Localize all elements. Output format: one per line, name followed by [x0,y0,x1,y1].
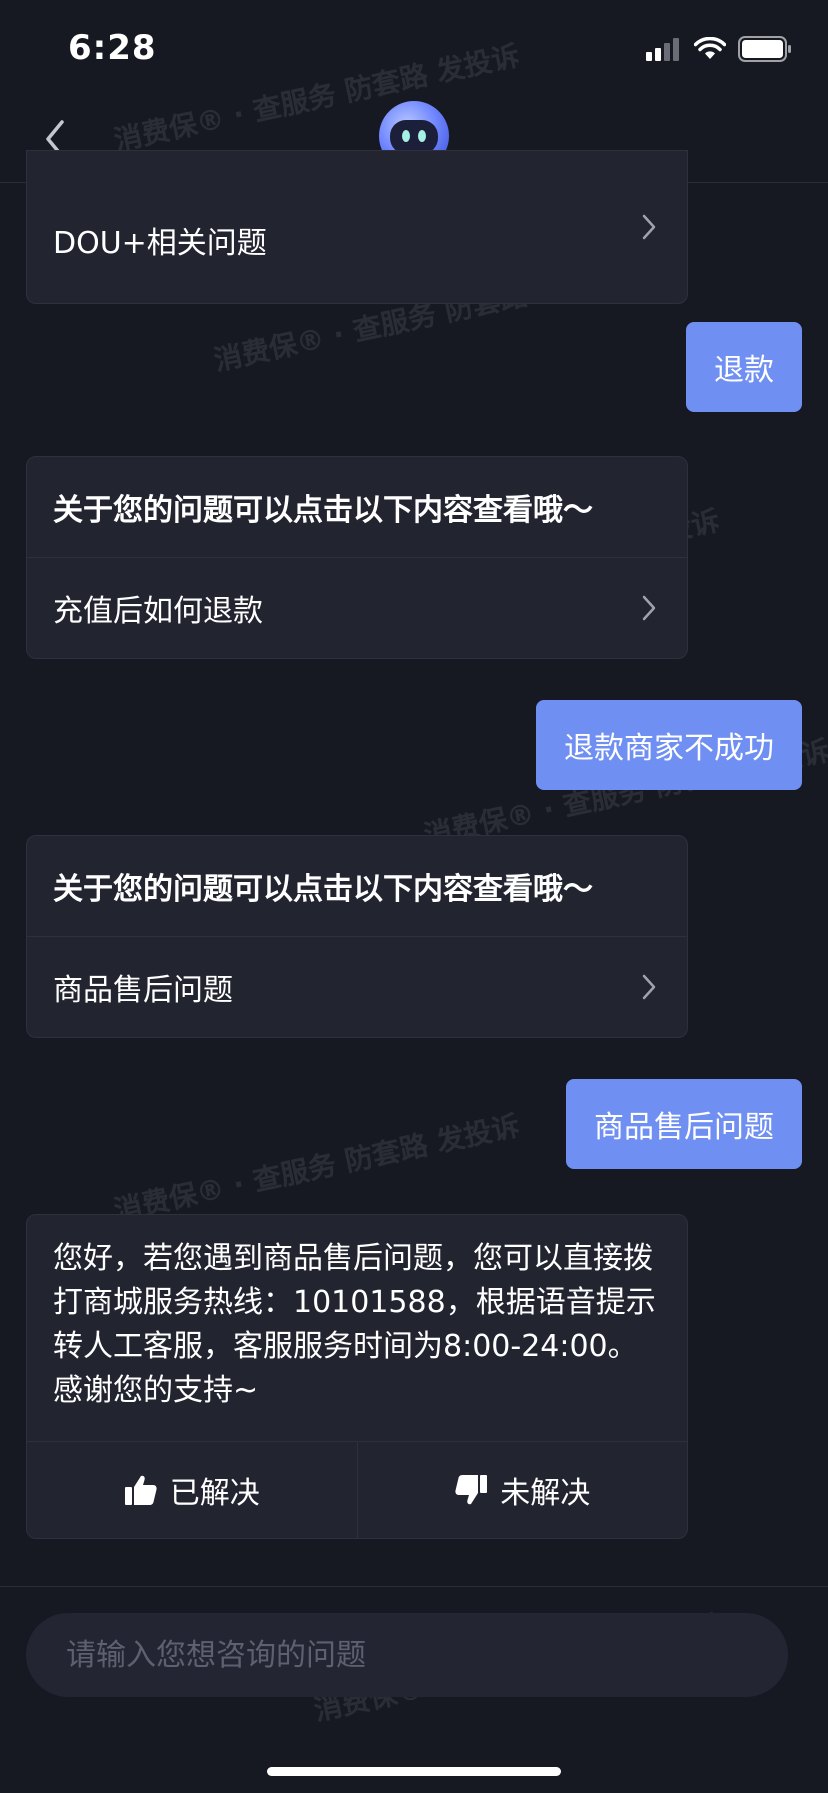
thumbs-down-icon [455,1475,488,1505]
status-bar: 6:28 [0,0,828,100]
chevron-right-icon [642,974,656,1000]
thumbs-up-icon [124,1475,157,1505]
suggestion-card: 关于您的问题可以点击以下内容查看哦～ 商品售后问题 [26,835,688,1038]
chevron-right-icon [642,214,656,240]
user-message: 退款 [686,322,802,412]
unresolved-button[interactable]: 未解决 [356,1442,688,1538]
card-title: 关于您的问题可以点击以下内容查看哦～ [53,872,593,907]
battery-icon [738,36,791,62]
answer-card: 您好，若您遇到商品售后问题，您可以直接拨打商城服务热线：10101588，根据语… [26,1214,688,1539]
user-message: 商品售后问题 [566,1079,802,1169]
status-icons [646,36,792,62]
resolved-button[interactable]: 已解决 [27,1442,357,1538]
question-input[interactable] [26,1613,788,1697]
suggestion-card: DOU+相关问题 [26,150,688,304]
signal-icon [646,38,679,61]
resolved-label: 已解决 [169,1476,260,1511]
chevron-right-icon [642,595,656,621]
wifi-icon [694,37,726,59]
user-message: 退款商家不成功 [536,700,802,790]
suggestion-item-label: DOU+相关问题 [53,226,267,261]
suggestion-item-label: 商品售后问题 [53,973,233,1008]
suggestion-card: 关于您的问题可以点击以下内容查看哦～ 充值后如何退款 [26,456,688,659]
suggestion-item[interactable]: 商品售后问题 [27,936,687,1037]
answer-text: 您好，若您遇到商品售后问题，您可以直接拨打商城服务热线：10101588，根据语… [53,1241,656,1408]
home-indicator[interactable] [267,1767,561,1776]
input-bar [0,1586,828,1793]
suggestion-item[interactable]: DOU+相关问题 [27,151,687,303]
status-time: 6:28 [68,28,157,68]
card-title: 关于您的问题可以点击以下内容查看哦～ [53,493,593,528]
suggestion-item-label: 充值后如何退款 [53,594,263,629]
feedback-row: 已解决 未解决 [27,1441,687,1538]
suggestion-item[interactable]: 充值后如何退款 [27,557,687,658]
watermark: 消费保® · 查服务 防套路 发投诉 [111,1108,523,1228]
unresolved-label: 未解决 [500,1476,591,1511]
